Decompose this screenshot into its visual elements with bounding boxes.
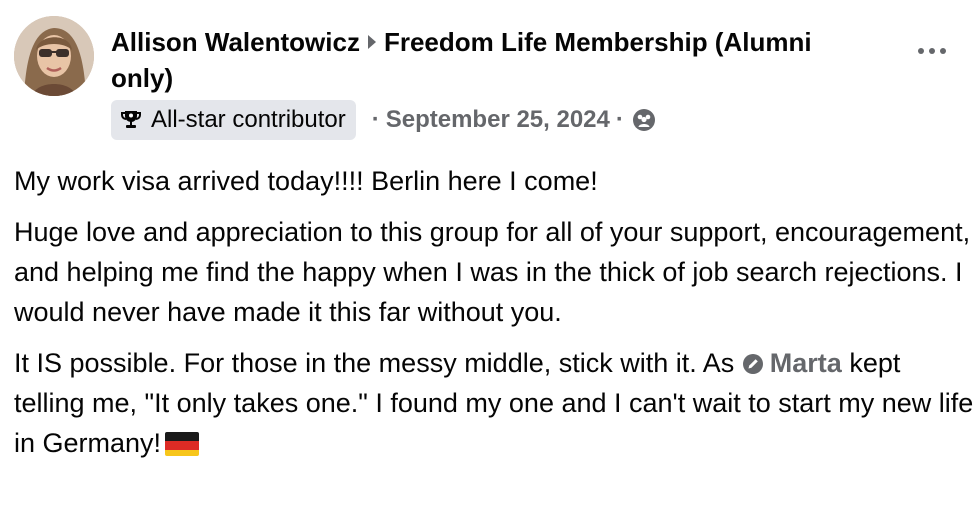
- post-header-title: Allison Walentowicz Freedom Life Membersh…: [111, 24, 871, 96]
- post-paragraph: My work visa arrived today!!!! Berlin he…: [14, 166, 598, 196]
- trophy-icon: [121, 111, 141, 128]
- group-post: Allison Walentowicz Freedom Life Membersh…: [0, 0, 980, 518]
- members-icon[interactable]: [632, 108, 656, 132]
- badge-label: All-star contributor: [151, 106, 346, 133]
- post-meta: All-star contributor · September 25, 202…: [111, 100, 656, 140]
- all-star-contributor-badge[interactable]: All-star contributor: [111, 100, 356, 140]
- author-avatar[interactable]: [14, 16, 94, 96]
- mention-link[interactable]: Marta: [742, 348, 842, 378]
- more-options-icon: [918, 48, 924, 54]
- more-options-button[interactable]: [914, 36, 950, 66]
- post-text: It IS possible. For those in the messy m…: [14, 348, 735, 378]
- post-paragraph: It IS possible. For those in the messy m…: [14, 343, 974, 467]
- arrow-right-icon: [367, 35, 376, 50]
- germany-flag-icon: [165, 427, 200, 467]
- author-name-link[interactable]: Allison Walentowicz: [111, 27, 360, 57]
- meta-separator: ·: [615, 106, 624, 133]
- post-paragraph: Huge love and appreciation to this group…: [14, 217, 971, 327]
- post-date-link[interactable]: September 25, 2024: [386, 106, 610, 134]
- meta-separator: ·: [371, 106, 380, 133]
- edit-pencil-icon: [742, 354, 763, 374]
- mention-name: Marta: [769, 348, 842, 378]
- post-body: My work visa arrived today!!!! Berlin he…: [14, 161, 974, 478]
